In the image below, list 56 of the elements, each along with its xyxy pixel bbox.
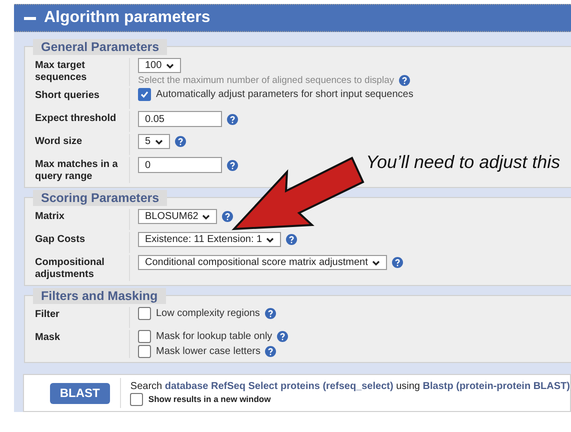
field-label: Gap Costs — [35, 233, 86, 247]
input-field[interactable]: 0 — [138, 157, 222, 173]
checkbox-label: Show results in a new window — [148, 394, 271, 404]
field-label: Max target sequences — [35, 59, 88, 85]
search-description: Search database RefSeq Select proteins (refseq_select) using Blastp (protein-protein BLAST) — [130, 380, 570, 392]
field-label: Expect threshold — [35, 112, 118, 126]
field-label: Matrix — [35, 210, 66, 224]
link[interactable]: Blastp (protein-protein BLAST) — [422, 380, 570, 392]
field-label: Max matches in a query range — [35, 158, 119, 183]
annotation-text: You’ll need to adjust this — [366, 152, 560, 173]
checkbox[interactable] — [138, 330, 151, 343]
help-icon[interactable] — [399, 75, 410, 86]
dropdown[interactable]: 100 — [138, 58, 181, 73]
panel-title: Scoring Parameters — [33, 190, 168, 206]
checkbox[interactable] — [138, 88, 151, 101]
checkbox-label: Automatically adjust parameters for short input sequences — [156, 89, 414, 100]
caret-icon — [166, 62, 174, 68]
field-label: Compositional adjustments — [35, 256, 106, 281]
help-icon[interactable] — [227, 114, 238, 124]
checkbox-label: Mask for lookup table only — [156, 331, 272, 342]
dropdown[interactable]: Conditional compositional score matrix adjustment — [138, 255, 387, 270]
checkbox[interactable] — [130, 392, 144, 406]
caret-icon — [372, 260, 380, 266]
field-label: Mask — [35, 331, 62, 345]
hint-text: Select the maximum number of aligned sequences to display — [138, 75, 394, 86]
checkmark-icon — [140, 90, 149, 99]
field-label: Short queries — [35, 89, 100, 103]
help-icon[interactable] — [174, 136, 186, 147]
section-title: Algorithm parameters — [44, 9, 210, 27]
checkbox[interactable] — [138, 307, 151, 320]
link[interactable]: database RefSeq Select proteins (refseq_select) — [164, 380, 394, 392]
help-icon[interactable] — [222, 211, 234, 222]
caret-icon — [154, 138, 163, 144]
help-icon[interactable] — [264, 308, 276, 319]
field-label: Word size — [35, 135, 84, 149]
help-icon[interactable] — [286, 234, 298, 245]
dropdown[interactable]: BLOSUM62 — [138, 209, 218, 224]
section-header[interactable]: Algorithm parameters — [14, 4, 571, 32]
collapse-icon[interactable] — [24, 16, 36, 20]
arrow-icon — [232, 156, 364, 230]
dropdown[interactable]: Existence: 11 Extension: 1 — [138, 232, 282, 247]
panel-title: Filters and Masking — [33, 288, 166, 304]
checkbox-label: Mask lower case letters — [156, 346, 260, 357]
help-icon[interactable] — [265, 346, 276, 357]
input-field[interactable]: 0.05 — [138, 111, 222, 127]
field-label: Filter — [35, 308, 60, 322]
caret-icon — [266, 236, 274, 242]
help-icon[interactable] — [277, 331, 288, 342]
blast-button[interactable]: BLAST — [50, 382, 110, 404]
dropdown[interactable]: 5 — [138, 134, 170, 149]
panel-title: General Parameters — [33, 39, 168, 55]
checkbox-label: Low complexity regions — [156, 308, 260, 319]
checkbox[interactable] — [138, 345, 151, 358]
help-icon[interactable] — [227, 160, 238, 170]
caret-icon — [202, 214, 210, 220]
help-icon[interactable] — [392, 257, 403, 268]
